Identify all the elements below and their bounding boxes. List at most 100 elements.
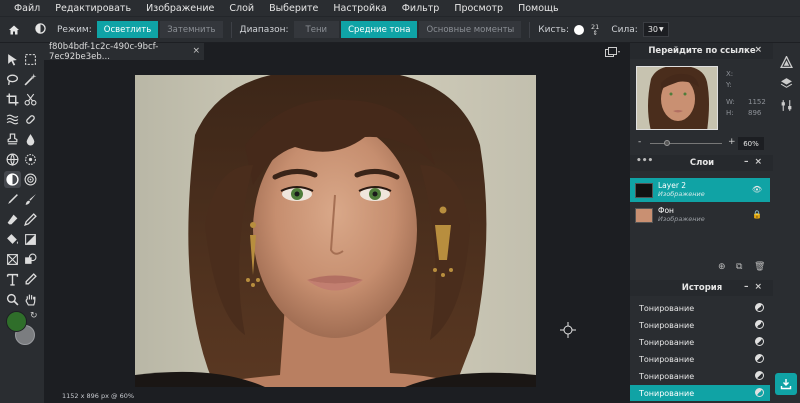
- frame-tool-icon[interactable]: [4, 251, 21, 268]
- download-icon: [780, 379, 792, 390]
- lock-icon[interactable]: 🔒: [752, 210, 762, 219]
- adjustments-icon[interactable]: [780, 55, 793, 72]
- range-midtones-button[interactable]: Средние тона: [341, 21, 418, 38]
- dodge-tool-icon: [755, 320, 764, 329]
- history-item-active[interactable]: Тонирование: [630, 385, 770, 401]
- eraser-tool-icon[interactable]: [4, 211, 21, 228]
- paint-bucket-icon[interactable]: [4, 231, 21, 248]
- panel-controls[interactable]: –×: [744, 157, 768, 167]
- history-label: Тонирование: [639, 320, 695, 330]
- menu-layer[interactable]: Слой: [229, 3, 254, 14]
- panel-controls[interactable]: –×: [744, 45, 768, 55]
- menu-select[interactable]: Выберите: [269, 3, 318, 14]
- globe-icon[interactable]: [4, 151, 21, 168]
- range-label: Диапазон:: [239, 24, 289, 35]
- zoom-value-input[interactable]: 60%: [738, 137, 764, 150]
- menu-filter[interactable]: Фильтр: [402, 3, 440, 14]
- layers-header: ••• Слои –×: [630, 155, 774, 171]
- menu-adjust[interactable]: Настройка: [333, 3, 386, 14]
- zoom-out-button[interactable]: -: [638, 137, 641, 147]
- text-tool-icon[interactable]: [4, 271, 21, 288]
- panel-grip-icon[interactable]: •••: [636, 156, 653, 166]
- layers-stack-icon[interactable]: [780, 77, 793, 93]
- history-item[interactable]: Тонирование: [630, 300, 770, 316]
- crop-tool-icon[interactable]: [4, 91, 21, 108]
- tool-options-bar: Режим: Осветлить Затемнить Диапазон: Тен…: [0, 16, 800, 42]
- eyedropper-icon[interactable]: [22, 271, 39, 288]
- zoom-in-button[interactable]: +: [728, 137, 736, 147]
- history-label: Тонирование: [639, 388, 695, 398]
- divider: [529, 21, 531, 38]
- gradient-tool-icon[interactable]: [22, 231, 39, 248]
- menu-edit[interactable]: Редактировать: [55, 3, 131, 14]
- layer-name: Layer 2: [658, 181, 687, 190]
- home-icon[interactable]: [5, 24, 23, 36]
- zoom-tool-icon[interactable]: [4, 291, 21, 308]
- arrange-windows-icon[interactable]: [605, 47, 621, 57]
- history-title: История: [681, 283, 723, 293]
- dodge-tool-icon: [35, 22, 49, 37]
- duplicate-layer-icon[interactable]: ⧉: [736, 262, 742, 272]
- dodge-tool-icon[interactable]: [4, 171, 21, 188]
- brush-size-stepper[interactable]: 21 ⇕: [591, 23, 599, 36]
- history-item[interactable]: Тонирование: [630, 334, 770, 350]
- swap-colors-icon[interactable]: ↻: [30, 311, 38, 321]
- magic-wand-icon[interactable]: [22, 71, 39, 88]
- shape-tool-icon[interactable]: [22, 251, 39, 268]
- dodge-tool-icon: [755, 354, 764, 363]
- menu-file[interactable]: Файл: [14, 3, 40, 14]
- panel-controls[interactable]: –×: [744, 282, 768, 292]
- y-label: Y:: [726, 81, 732, 89]
- new-layer-icon[interactable]: ⊕: [718, 262, 726, 272]
- lasso-tool-icon[interactable]: [4, 71, 21, 88]
- foreground-color-swatch[interactable]: [6, 311, 27, 332]
- scissors-icon[interactable]: [22, 91, 39, 108]
- delete-layer-icon[interactable]: 🗑: [754, 262, 765, 272]
- canvas-area[interactable]: f80b4bdf-1c2c-490c-9bcf-7ec92be3eb... ×: [44, 42, 629, 403]
- liquify-tool-icon[interactable]: [4, 111, 21, 128]
- clone-stamp-icon[interactable]: [4, 131, 21, 148]
- marquee-tool-icon[interactable]: [22, 51, 39, 68]
- pencil-tool-icon[interactable]: [22, 211, 39, 228]
- zoom-slider[interactable]: [650, 143, 722, 144]
- healing-brush-icon[interactable]: [22, 111, 39, 128]
- range-highlights-button[interactable]: Основные моменты: [419, 21, 522, 38]
- blur-drop-icon[interactable]: [22, 131, 39, 148]
- history-item[interactable]: Тонирование: [630, 351, 770, 367]
- crosshair-cursor-icon: [560, 322, 576, 338]
- brush-preview-icon[interactable]: [574, 24, 585, 35]
- brush-tool-icon[interactable]: [22, 191, 39, 208]
- w-value: 1152: [748, 98, 766, 106]
- pen-tool-icon[interactable]: [4, 191, 21, 208]
- h-value: 896: [748, 109, 762, 117]
- layer-row[interactable]: Layer 2 Изображение 👁: [630, 178, 770, 202]
- h-label: H:: [726, 109, 734, 117]
- menu-image[interactable]: Изображение: [146, 3, 214, 14]
- sharpen-target-icon[interactable]: [22, 171, 39, 188]
- close-tab-icon[interactable]: ×: [192, 46, 200, 56]
- history-label: Тонирование: [639, 371, 695, 381]
- zoom-slider-handle[interactable]: [664, 140, 670, 146]
- document-tab[interactable]: f80b4bdf-1c2c-490c-9bcf-7ec92be3eb... ×: [44, 42, 204, 62]
- export-button[interactable]: [775, 373, 797, 395]
- hand-tool-icon[interactable]: [22, 291, 39, 308]
- w-label: W:: [726, 98, 735, 106]
- range-shadows-button[interactable]: Тени: [293, 21, 340, 38]
- layer-name: Фон: [658, 206, 674, 215]
- menu-help[interactable]: Помощь: [518, 3, 558, 14]
- sponge-tool-icon[interactable]: [22, 151, 39, 168]
- mode-burn-button[interactable]: Затемнить: [160, 21, 223, 38]
- move-tool-icon[interactable]: [4, 51, 21, 68]
- history-item[interactable]: Тонирование: [630, 317, 770, 333]
- mode-dodge-button[interactable]: Осветлить: [96, 21, 159, 38]
- portrait-photo[interactable]: [135, 75, 536, 387]
- dodge-tool-icon: [755, 303, 764, 312]
- layer-row[interactable]: Фон Изображение 🔒: [630, 203, 770, 227]
- menu-view[interactable]: Просмотр: [454, 3, 503, 14]
- navigator-thumbnail[interactable]: [636, 66, 718, 130]
- history-item[interactable]: Тонирование: [630, 368, 770, 384]
- eye-icon[interactable]: 👁: [752, 185, 762, 194]
- strength-dropdown[interactable]: 30 ▼: [642, 22, 669, 37]
- x-label: X:: [726, 70, 734, 78]
- properties-icon[interactable]: [780, 99, 793, 115]
